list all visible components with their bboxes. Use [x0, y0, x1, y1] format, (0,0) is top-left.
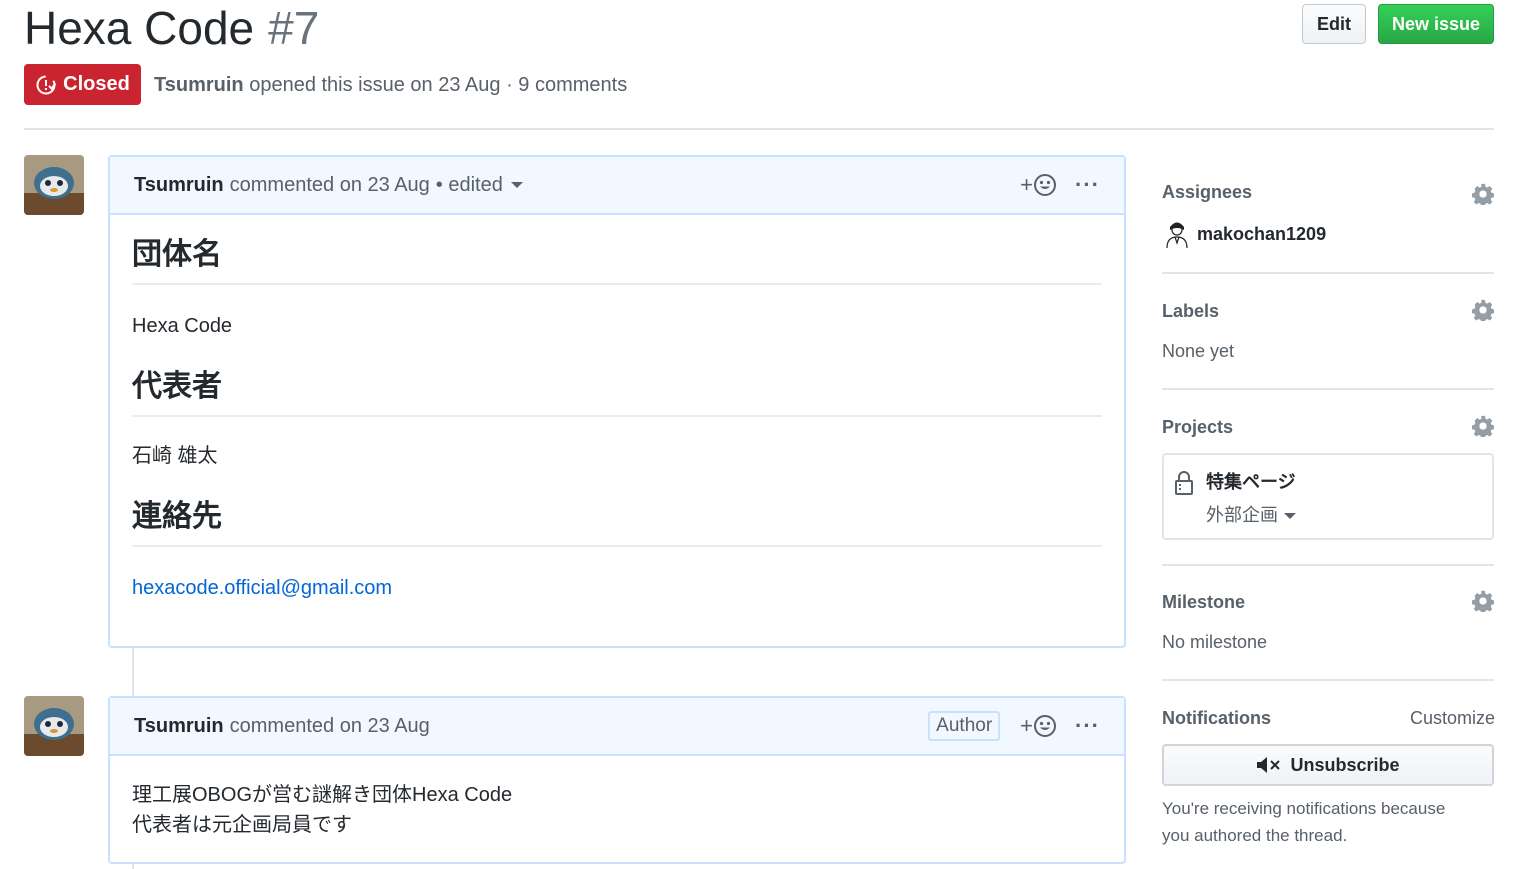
- notifications-heading: Notifications: [1162, 708, 1272, 728]
- lock-icon: [1175, 471, 1193, 495]
- smiley-icon: [1034, 715, 1057, 737]
- avatar-image: [24, 155, 84, 215]
- projects-heading[interactable]: Projects: [1162, 417, 1233, 438]
- caret-down-icon: [1284, 513, 1296, 520]
- status-badge: Closed: [24, 64, 141, 105]
- status-badge-label: Closed: [63, 73, 130, 95]
- comment-action[interactable]: commented on 23 Aug: [230, 715, 430, 738]
- edited-label: • edited: [435, 173, 503, 196]
- avatar[interactable]: [24, 696, 84, 756]
- mute-icon: [1257, 757, 1281, 773]
- sidebar-divider: [1162, 564, 1494, 566]
- project-column-dropdown[interactable]: 外部企画: [1206, 501, 1296, 527]
- new-issue-button[interactable]: New issue: [1378, 4, 1494, 44]
- author-badge: Author: [928, 711, 1001, 741]
- issue-closed-icon: [36, 75, 57, 94]
- heading-representative: 代表者: [132, 367, 1102, 417]
- notification-reason: You're receiving notifications because y…: [1162, 795, 1445, 849]
- representative-value: 石崎 雄太: [132, 445, 218, 467]
- comment-action[interactable]: commented on 23 Aug: [230, 174, 430, 197]
- comment-box: Tsumruin commented on 23 Aug • edited + …: [108, 155, 1126, 648]
- sidebar-divider: [1162, 679, 1494, 681]
- heading-group-name: 団体名: [132, 235, 1102, 285]
- project-name[interactable]: 特集ページ: [1206, 468, 1296, 494]
- more-options-button[interactable]: ···: [1075, 172, 1100, 198]
- labels-heading[interactable]: Labels: [1162, 301, 1219, 322]
- add-reaction-button[interactable]: +: [1020, 172, 1057, 198]
- comment-box: Tsumruin commented on 23 Aug Author + ··…: [108, 696, 1126, 864]
- comment-line: 理工展OBOGが営む謎解き団体Hexa Code: [132, 784, 513, 806]
- more-options-button[interactable]: ···: [1075, 713, 1100, 739]
- issue-title-text: Hexa Code: [24, 2, 255, 54]
- issue-meta: Tsumruin opened this issue on 23 Aug · 9…: [154, 72, 627, 98]
- comment-author[interactable]: Tsumruin: [134, 174, 224, 197]
- contact-email-link[interactable]: hexacode.official@gmail.com: [132, 577, 392, 599]
- unsubscribe-label: Unsubscribe: [1290, 754, 1400, 775]
- gear-icon[interactable]: [1472, 415, 1494, 437]
- comment-header: Tsumruin commented on 23 Aug • edited + …: [110, 157, 1124, 215]
- comment-author[interactable]: Tsumruin: [134, 715, 224, 738]
- smiley-icon: [1034, 174, 1057, 196]
- comment-line: 代表者は元企画局員です: [132, 814, 352, 836]
- sidebar-divider: [1162, 388, 1494, 390]
- avatar[interactable]: [24, 155, 84, 215]
- edit-button[interactable]: Edit: [1302, 4, 1366, 44]
- plus-label: +: [1020, 172, 1034, 197]
- edited-dropdown[interactable]: • edited: [436, 174, 523, 197]
- sidebar-divider: [1162, 272, 1494, 274]
- add-reaction-button[interactable]: +: [1020, 713, 1057, 739]
- assignee-name[interactable]: makochan1209: [1197, 224, 1326, 245]
- milestone-heading[interactable]: Milestone: [1162, 592, 1245, 613]
- heading-contact: 連絡先: [132, 497, 1102, 547]
- avatar-image: [24, 696, 84, 756]
- caret-down-icon: [510, 182, 523, 189]
- timeline-line: [132, 648, 134, 696]
- customize-link[interactable]: Customize: [1410, 708, 1495, 729]
- comment-body: 理工展OBOGが営む謎解き団体Hexa Code 代表者は元企画局員です: [110, 756, 1124, 840]
- gear-icon[interactable]: [1472, 183, 1494, 205]
- header-divider: [24, 128, 1494, 130]
- gear-icon[interactable]: [1472, 299, 1494, 321]
- issue-opened-text: opened this issue on 23 Aug · 9 comments: [249, 74, 628, 96]
- notification-reason-line: you authored the thread.: [1162, 826, 1348, 845]
- assignee-avatar[interactable]: [1162, 218, 1192, 248]
- project-column: 外部企画: [1206, 505, 1278, 525]
- assignees-heading[interactable]: Assignees: [1162, 182, 1252, 203]
- gear-icon[interactable]: [1472, 590, 1494, 612]
- comment-body: 団体名 Hexa Code 代表者 石崎 雄太 連絡先 hexacode.off…: [110, 235, 1124, 603]
- plus-label: +: [1020, 713, 1034, 738]
- comment-header: Tsumruin commented on 23 Aug Author + ··…: [110, 698, 1124, 756]
- unsubscribe-button[interactable]: Unsubscribe: [1162, 744, 1494, 786]
- issue-author-link[interactable]: Tsumruin: [154, 74, 244, 96]
- notification-reason-line: You're receiving notifications because: [1162, 799, 1446, 818]
- milestone-value: No milestone: [1162, 632, 1268, 652]
- labels-value: None yet: [1162, 341, 1235, 361]
- issue-title: Hexa Code #7: [24, 0, 319, 56]
- issue-number: #7: [268, 2, 320, 54]
- group-name-value: Hexa Code: [132, 315, 233, 337]
